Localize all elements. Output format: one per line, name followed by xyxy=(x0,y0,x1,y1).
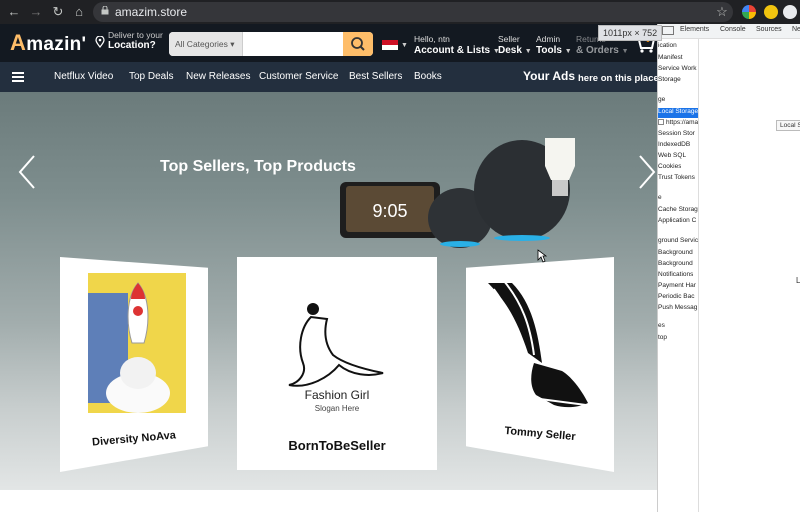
devtools-item[interactable]: Web SQL xyxy=(658,152,686,162)
lock-icon xyxy=(101,6,109,15)
nav-link-best-sellers[interactable]: Best Sellers xyxy=(349,71,402,82)
devtools-section-header: e xyxy=(658,194,662,201)
nav-link-customer-service[interactable]: Customer Service xyxy=(259,71,338,82)
devtools-item[interactable]: Manifest xyxy=(658,54,683,64)
seller-card[interactable]: Tommy Seller xyxy=(466,257,614,472)
home-icon[interactable]: ⌂ xyxy=(71,4,87,20)
page-footer-band xyxy=(0,490,657,512)
devtools-tab-sources[interactable]: Sources xyxy=(756,26,782,33)
viewport-size-indicator: 1011px × 752 xyxy=(598,25,663,41)
caret-down-icon: ▾ xyxy=(230,39,235,49)
devtools-item[interactable]: Background xyxy=(658,249,693,259)
nav-link-top-deals[interactable]: Top Deals xyxy=(129,71,173,82)
devtools-item[interactable]: Trust Tokens xyxy=(658,174,695,184)
devtools-tab-network[interactable]: Ne xyxy=(792,26,800,33)
devtools-item[interactable]: Payment Har xyxy=(658,282,696,292)
fashion-girl-logo: Fashion Girl Slogan Here xyxy=(288,303,384,413)
devtools-item[interactable]: Push Messag xyxy=(658,304,697,314)
secondary-navbar: Netflux Video Top Deals New Releases Cus… xyxy=(0,62,657,92)
hero-carousel: 9:05 Top Sellers, Top Products Diversity… xyxy=(0,92,657,512)
mouse-cursor-icon xyxy=(537,249,547,263)
web-page: Amazin' Deliver to your Location? All Ca… xyxy=(0,24,657,512)
carousel-prev-arrow-icon[interactable] xyxy=(16,152,38,192)
hero-title: Top Sellers, Top Products xyxy=(160,158,356,175)
site-logo[interactable]: Amazin' xyxy=(10,30,86,56)
devtools-application-sidebar: ication Manifest Service Work Storage ge… xyxy=(658,39,699,512)
devtools-item[interactable]: Service Work xyxy=(658,65,697,75)
devtools-item[interactable]: Background xyxy=(658,260,693,270)
devtools-storage-key[interactable]: Local S xyxy=(776,120,800,131)
devtools-item[interactable]: https://ama xyxy=(658,119,698,129)
devtools-item[interactable]: Session Stor xyxy=(658,130,695,140)
devtools-pane-text: L xyxy=(796,276,800,285)
url-text: amazim.store xyxy=(115,5,188,19)
devtools-item[interactable]: Cache Storag xyxy=(658,206,698,216)
admin-tools-menu[interactable]: Admin Tools ▼ xyxy=(536,34,572,56)
devtools-item[interactable]: Periodic Bac xyxy=(658,293,695,303)
carousel-next-arrow-icon[interactable] xyxy=(636,152,657,192)
devtools-item[interactable]: Storage xyxy=(658,76,681,86)
devtools-tab-bar: Elements Console Sources Ne xyxy=(658,24,800,39)
seller-name: BornToBeSeller xyxy=(288,438,386,453)
forward-icon[interactable]: → xyxy=(28,4,44,20)
bookmark-star-icon[interactable]: ☆ xyxy=(714,4,730,20)
caret-down-icon: ▼ xyxy=(524,48,532,55)
seller-card[interactable]: Fashion Girl Slogan Here BornToBeSeller xyxy=(237,257,437,470)
back-icon[interactable]: ← xyxy=(6,4,22,20)
address-bar[interactable]: amazim.store xyxy=(93,2,733,22)
search-icon xyxy=(351,37,365,51)
rocket-launch-image xyxy=(88,273,186,413)
seller-desk-menu[interactable]: Seller Desk ▼ xyxy=(498,34,532,56)
search-input[interactable] xyxy=(244,32,343,56)
echo-devices-image: 9:05 xyxy=(340,138,575,248)
devtools-section-header: ground Servic xyxy=(658,237,699,244)
nav-link-netflux-video[interactable]: Netflux Video xyxy=(54,71,113,82)
devtools-section-header: ge xyxy=(658,96,666,103)
devtools-item[interactable]: Cookies xyxy=(658,163,681,173)
extension-icon[interactable] xyxy=(764,5,778,19)
extension-icon[interactable] xyxy=(742,5,756,19)
account-menu[interactable]: Hello, ntn Account & Lists ▼ xyxy=(414,34,500,56)
caret-down-icon: ▼ xyxy=(564,48,572,55)
devtools-panel: Elements Console Sources Ne ication Mani… xyxy=(657,24,800,512)
caret-down-icon: ▼ xyxy=(621,48,629,55)
caret-down-icon: ▼ xyxy=(401,42,408,49)
winged-shoe-logo xyxy=(488,280,588,408)
search-category-select[interactable]: All Categories ▾ xyxy=(169,32,243,56)
profile-avatar[interactable] xyxy=(783,5,797,19)
your-ads-title[interactable]: Your Ads xyxy=(523,69,575,83)
seller-name: Diversity NoAva xyxy=(91,429,177,449)
devtools-item[interactable]: Notifications xyxy=(658,271,693,281)
device-toolbar-icon[interactable] xyxy=(662,26,674,35)
reload-icon[interactable]: ↻ xyxy=(50,4,66,20)
browser-toolbar: ← → ↻ ⌂ amazim.store ☆ xyxy=(0,0,800,24)
devtools-item[interactable]: Application C xyxy=(658,217,696,227)
svg-text:Slogan Here: Slogan Here xyxy=(315,404,360,413)
storage-icon xyxy=(658,119,664,125)
your-ads-note: here on this place? xyxy=(578,73,657,84)
svg-text:9:05: 9:05 xyxy=(372,201,407,221)
search-button[interactable] xyxy=(343,32,373,56)
location-pin-icon xyxy=(95,36,105,48)
hamburger-menu-icon[interactable] xyxy=(12,72,24,82)
devtools-section-header: es xyxy=(658,322,665,329)
search-bar: All Categories ▾ xyxy=(169,32,373,56)
devtools-tab-elements[interactable]: Elements xyxy=(680,26,709,33)
nav-link-new-releases[interactable]: New Releases xyxy=(186,71,250,82)
top-navbar: Amazin' Deliver to your Location? All Ca… xyxy=(0,24,657,62)
devtools-item-local-storage[interactable]: Local Storage xyxy=(658,108,698,118)
language-flag[interactable] xyxy=(382,40,398,50)
devtools-item[interactable]: top xyxy=(658,334,667,344)
devtools-section-header: ication xyxy=(658,42,677,49)
nav-link-books[interactable]: Books xyxy=(414,71,442,82)
seller-card[interactable]: Diversity NoAva xyxy=(60,257,208,472)
svg-text:Fashion Girl: Fashion Girl xyxy=(305,388,370,402)
devtools-item[interactable]: IndexedDB xyxy=(658,141,690,151)
devtools-tab-console[interactable]: Console xyxy=(720,26,746,33)
